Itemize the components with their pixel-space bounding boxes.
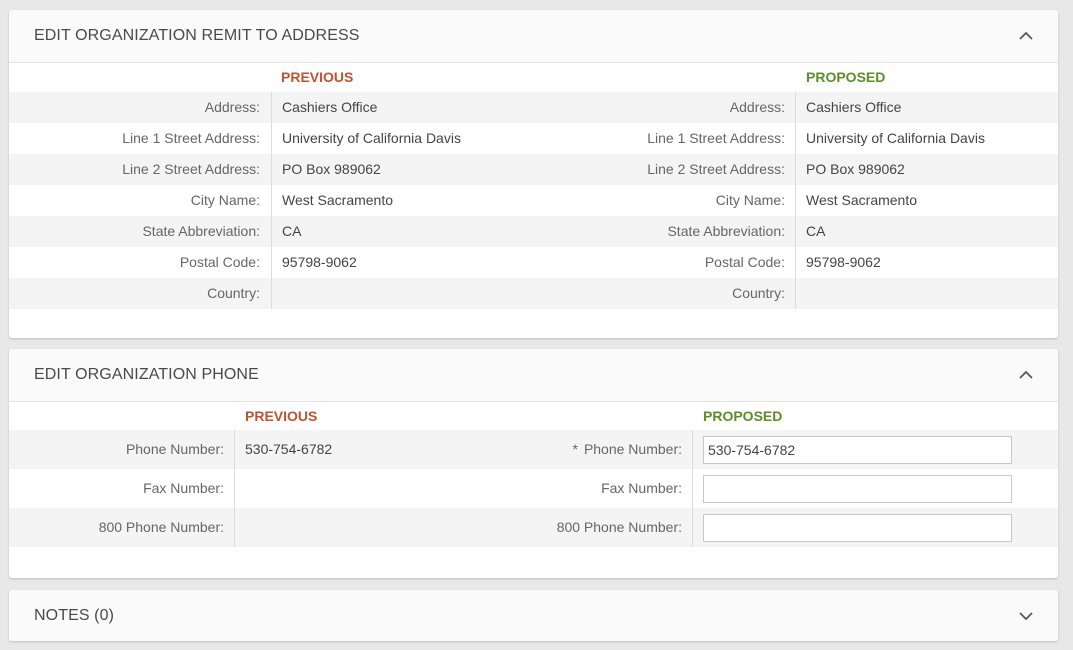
previous-value: 95798-9062	[282, 254, 357, 270]
field-label: 800 Phone Number:	[98, 519, 224, 535]
phone-panel: EDIT ORGANIZATION PHONE PREVIOUS PROPOSE…	[9, 349, 1058, 578]
field-label: Line 2 Street Address:	[647, 161, 785, 177]
previous-value: 530-754-6782	[245, 441, 333, 457]
field-label-required: * Phone Number:	[469, 430, 682, 469]
previous-column-label: PREVIOUS	[281, 69, 354, 85]
required-marker: *	[572, 441, 578, 457]
table-row: Line 1 Street Address: University of Cal…	[9, 123, 1058, 154]
field-label: 800 Phone Number:	[556, 519, 682, 535]
previous-value: Cashiers Office	[282, 99, 378, 115]
chevron-up-icon[interactable]	[1018, 367, 1034, 383]
proposed-column-label: PROPOSED	[703, 408, 783, 424]
phone-number-input[interactable]	[703, 436, 1012, 464]
panel-title: NOTES (0)	[34, 606, 115, 624]
field-label: City Name:	[715, 192, 785, 208]
panel-title: EDIT ORGANIZATION REMIT TO ADDRESS	[34, 27, 360, 44]
notes-panel: NOTES (0)	[9, 590, 1058, 641]
table-row: Postal Code: 95798-9062 Postal Code: 957…	[9, 247, 1058, 278]
column-headers: PREVIOUS PROPOSED	[9, 402, 1058, 430]
proposed-value: 95798-9062	[806, 254, 881, 270]
field-label: Address:	[204, 99, 260, 115]
table-row: Address: Cashiers Office Address: Cashie…	[9, 92, 1058, 123]
field-label: Fax Number:	[143, 480, 224, 496]
toll-free-number-input[interactable]	[703, 514, 1012, 542]
remit-address-panel-header[interactable]: EDIT ORGANIZATION REMIT TO ADDRESS	[9, 10, 1058, 63]
proposed-column-label: PROPOSED	[806, 69, 886, 85]
field-label: City Name:	[190, 192, 260, 208]
chevron-down-icon[interactable]	[1018, 608, 1034, 624]
field-label: Line 1 Street Address:	[647, 130, 785, 146]
table-row: Phone Number: 530-754-6782 * Phone Number…	[9, 430, 1058, 469]
previous-value: PO Box 989062	[282, 161, 381, 177]
notes-panel-header[interactable]: NOTES (0)	[9, 590, 1058, 641]
previous-value: West Sacramento	[282, 192, 394, 208]
proposed-value: University of California Davis	[806, 130, 985, 146]
proposed-value: PO Box 989062	[806, 161, 905, 177]
table-row: City Name: West Sacramento City Name: We…	[9, 185, 1058, 216]
field-label: Fax Number:	[601, 480, 682, 496]
field-label: Postal Code:	[179, 254, 260, 270]
field-label: Country:	[207, 285, 260, 301]
previous-column-label: PREVIOUS	[245, 408, 318, 424]
field-label: Line 1 Street Address:	[122, 130, 260, 146]
proposed-value: Cashiers Office	[806, 99, 902, 115]
proposed-value: West Sacramento	[806, 192, 918, 208]
field-label: Phone Number:	[583, 441, 682, 457]
remit-address-panel: EDIT ORGANIZATION REMIT TO ADDRESS PREVI…	[9, 10, 1058, 338]
previous-value: CA	[282, 223, 302, 239]
previous-value: University of California Davis	[282, 130, 461, 146]
proposed-value: CA	[806, 223, 826, 239]
table-row: Line 2 Street Address: PO Box 989062 Lin…	[9, 154, 1058, 185]
field-label: Country:	[732, 285, 785, 301]
table-row: State Abbreviation: CA State Abbreviatio…	[9, 216, 1058, 247]
chevron-up-icon[interactable]	[1018, 28, 1034, 44]
field-label: Address:	[729, 99, 785, 115]
field-label: State Abbreviation:	[667, 223, 785, 239]
field-label: Postal Code:	[704, 254, 785, 270]
field-label: State Abbreviation:	[142, 223, 260, 239]
table-row: 800 Phone Number: 800 Phone Number:	[9, 508, 1058, 547]
fax-number-input[interactable]	[703, 475, 1012, 503]
field-label: Line 2 Street Address:	[122, 161, 260, 177]
table-row: Country: Country:	[9, 278, 1058, 309]
phone-panel-header[interactable]: EDIT ORGANIZATION PHONE	[9, 349, 1058, 402]
table-row: Fax Number: Fax Number:	[9, 469, 1058, 508]
column-headers: PREVIOUS PROPOSED	[9, 63, 1058, 92]
panel-title: EDIT ORGANIZATION PHONE	[34, 366, 259, 383]
field-label: Phone Number:	[125, 441, 224, 457]
